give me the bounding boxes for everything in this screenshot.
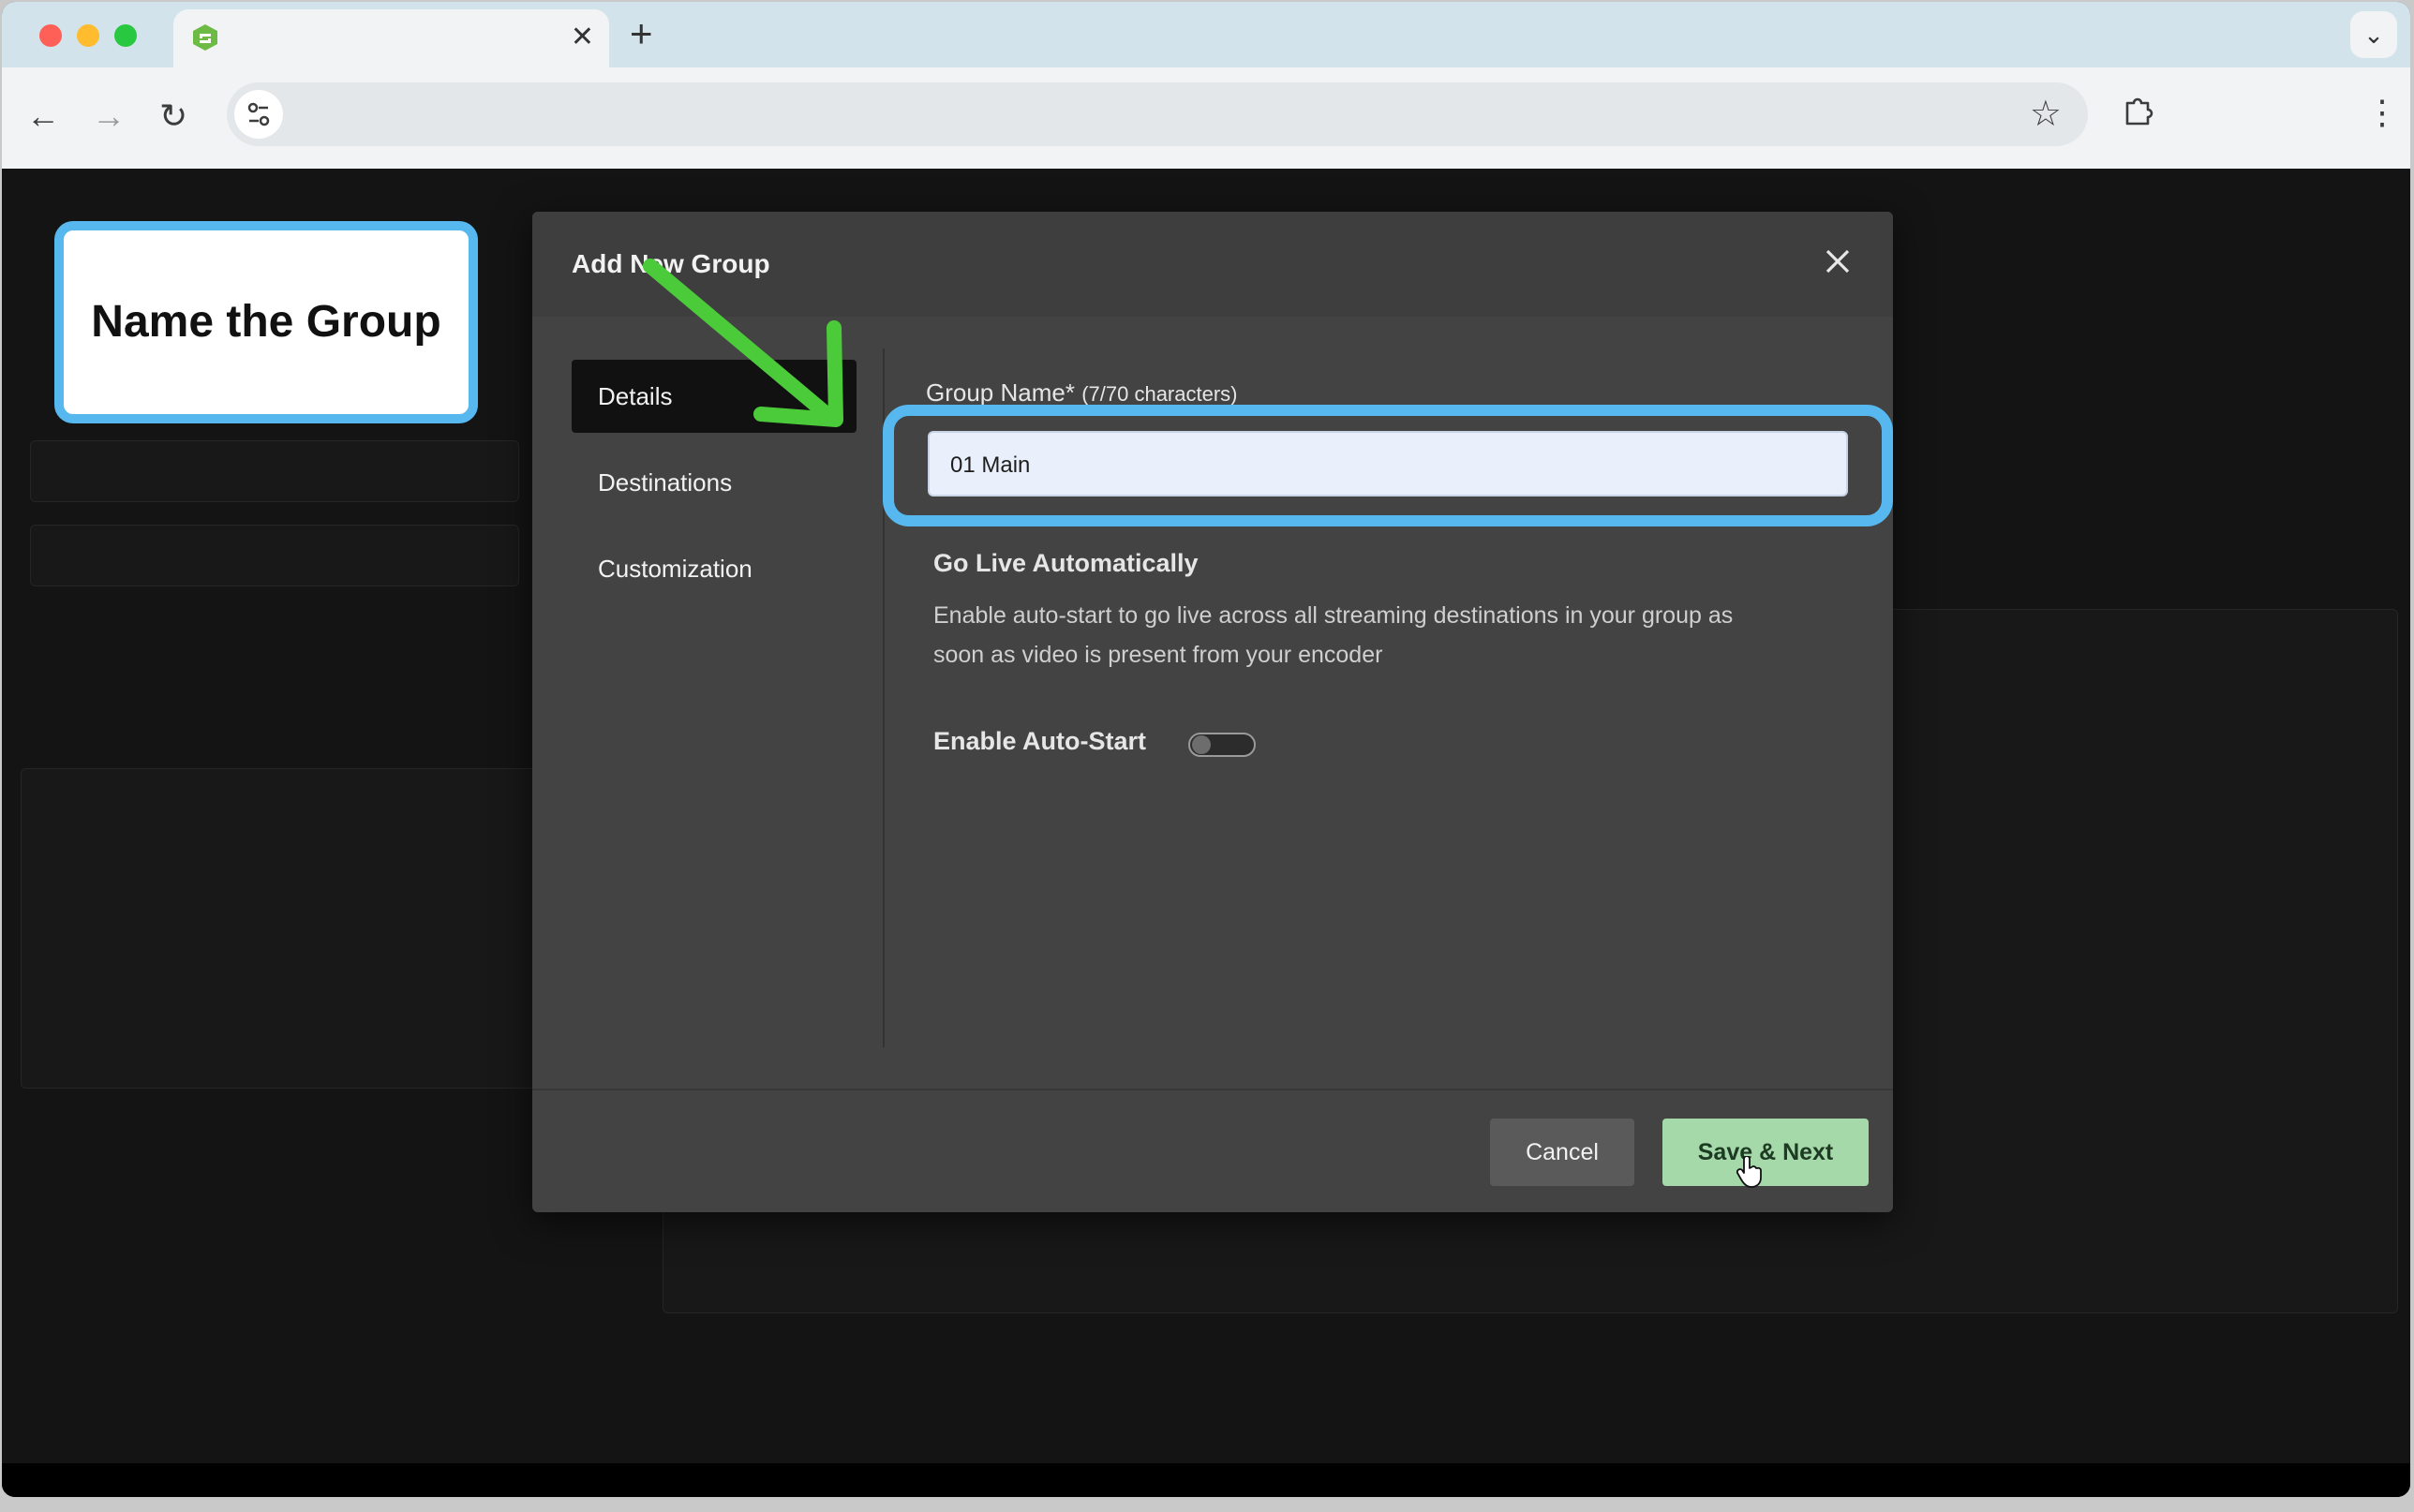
annotation-callout: Name the Group [54, 221, 478, 423]
minimize-window-button[interactable] [77, 24, 99, 47]
modal-footer-divider [532, 1089, 1893, 1090]
close-window-button[interactable] [39, 24, 62, 47]
cancel-button[interactable]: Cancel [1490, 1119, 1634, 1186]
group-name-char-count: (7/70 characters) [1081, 382, 1238, 406]
forward-button[interactable]: → [92, 96, 126, 137]
save-next-button[interactable]: Save & Next [1662, 1119, 1869, 1186]
auto-start-label: Enable Auto-Start [933, 727, 1147, 755]
new-tab-button[interactable]: + [630, 14, 653, 53]
toggle-knob [1192, 735, 1211, 754]
page-bottom-strip [2, 1463, 2410, 1497]
bookmark-star-icon[interactable]: ☆ [2030, 92, 2062, 137]
hand-cursor-icon [1736, 1156, 1762, 1188]
extensions-puzzle-icon[interactable] [2122, 94, 2153, 126]
input-highlight-frame [883, 405, 1893, 526]
background-panel [21, 768, 547, 1089]
browser-tab[interactable]: ✕ [173, 9, 609, 71]
menu-item-customization[interactable]: Customization [572, 532, 857, 605]
menu-item-destinations[interactable]: Destinations [572, 446, 857, 519]
tab-search-button[interactable]: ⌄ [2350, 11, 2397, 58]
browser-window: ✕ + ⌄ ← → ↻ ☆ ⋮ Add New Group Details De… [2, 2, 2410, 1497]
browser-menu-icon[interactable]: ⋮ [2365, 92, 2399, 133]
tab-close-icon[interactable]: ✕ [571, 21, 594, 54]
go-live-title: Go Live Automatically [933, 549, 1199, 577]
background-field [30, 525, 519, 586]
modal-close-icon[interactable] [1822, 245, 1854, 277]
switchboard-favicon-icon [193, 24, 217, 51]
site-info-button[interactable] [234, 90, 283, 139]
maximize-window-button[interactable] [114, 24, 137, 47]
group-name-label: Group Name* (7/70 characters) [926, 378, 1238, 408]
tab-bar: ✕ + ⌄ [2, 2, 2410, 71]
green-arrow-icon [643, 259, 843, 427]
address-bar[interactable]: ☆ [227, 82, 2088, 146]
back-button[interactable]: ← [26, 96, 60, 137]
browser-toolbar: ← → ↻ ☆ ⋮ [2, 67, 2410, 170]
auto-start-toggle[interactable] [1188, 733, 1256, 757]
group-name-label-text: Group Name* [926, 378, 1075, 407]
reload-button[interactable]: ↻ [159, 96, 187, 137]
background-field [30, 440, 519, 502]
callout-text: Name the Group [91, 297, 441, 347]
go-live-description: Enable auto-start to go live across all … [933, 602, 1734, 668]
tune-icon [247, 102, 270, 126]
